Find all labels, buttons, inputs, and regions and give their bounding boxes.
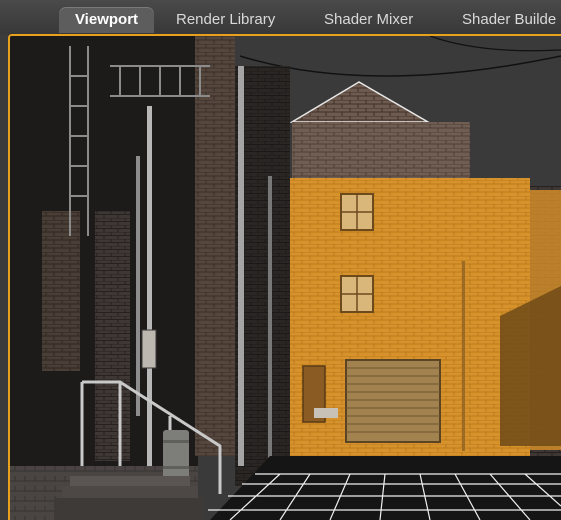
tab-shader-builder[interactable]: Shader Builde xyxy=(462,7,556,33)
viewport-scene[interactable] xyxy=(10,36,561,520)
tab-viewport[interactable]: Viewport xyxy=(59,7,154,33)
tab-render-library[interactable]: Render Library xyxy=(176,7,275,33)
sign-plate xyxy=(314,408,338,418)
selected-building[interactable] xyxy=(290,178,561,468)
garage-door xyxy=(345,359,441,443)
tab-shader-mixer[interactable]: Shader Mixer xyxy=(324,7,413,33)
viewport-panel[interactable] xyxy=(8,34,561,520)
tab-bar: Viewport Render Library Shader Mixer Sha… xyxy=(0,0,561,34)
left-building xyxy=(10,36,290,520)
